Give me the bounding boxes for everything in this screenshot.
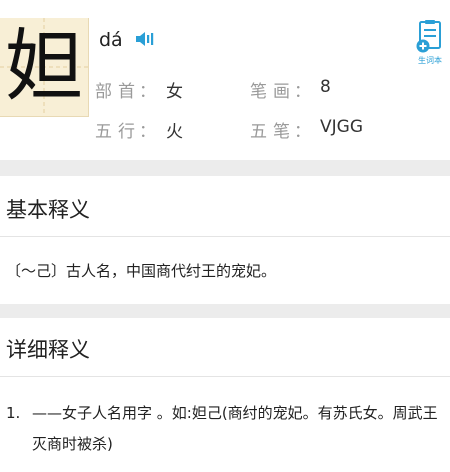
wubi-label: 五笔： bbox=[250, 122, 311, 142]
detailed-meaning-card: 详细释义 1. ——女子人名用字 。如:妲己(商纣的宠妃。有苏氏女。周武王灭商时… bbox=[0, 318, 450, 472]
detailed-meaning-title: 详细释义 bbox=[6, 338, 90, 362]
character-tile: 妲 bbox=[0, 18, 89, 117]
strokes-label: 笔画： bbox=[250, 82, 311, 102]
detailed-meaning-divider bbox=[0, 376, 450, 377]
character-header-card: 妲 dá 部首： 女 笔画： 8 五行： 火 五笔： VJGG 生词本 bbox=[0, 0, 450, 160]
basic-meaning-divider bbox=[0, 236, 450, 237]
basic-meaning-card: 基本释义 〔～己〕古人名，中国商代纣王的宠妃。 bbox=[0, 176, 450, 304]
element-label: 五行： bbox=[95, 122, 156, 142]
list-item-text: ——女子人名用字 。如:妲己(商纣的宠妃。有苏氏女。周武王灭商时被杀) bbox=[32, 404, 438, 453]
character-glyph: 妲 bbox=[4, 22, 83, 112]
list-item-number: 1. bbox=[6, 404, 21, 422]
add-to-vocabulary-icon bbox=[416, 20, 441, 53]
radical-value: 女 bbox=[166, 82, 183, 102]
speaker-icon[interactable] bbox=[134, 30, 158, 48]
list-item: 1. ——女子人名用字 。如:妲己(商纣的宠妃。有苏氏女。周武王灭商时被杀) bbox=[6, 398, 441, 453]
strokes-value: 8 bbox=[320, 77, 331, 97]
element-value: 火 bbox=[166, 122, 183, 142]
pinyin: dá bbox=[99, 29, 123, 51]
basic-meaning-text: 〔～己〕古人名，中国商代纣王的宠妃。 bbox=[6, 262, 277, 280]
add-to-vocabulary-label: 生词本 bbox=[418, 56, 442, 65]
add-to-vocabulary-button[interactable]: 生词本 bbox=[412, 20, 448, 68]
wubi-value: VJGG bbox=[320, 117, 363, 137]
radical-label: 部首： bbox=[95, 82, 156, 102]
basic-meaning-title: 基本释义 bbox=[6, 198, 90, 222]
